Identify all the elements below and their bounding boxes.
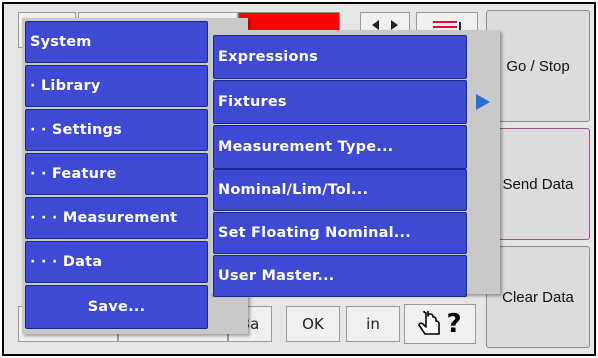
ok-button[interactable]: OK <box>286 306 340 342</box>
ok-label: OK <box>302 315 324 333</box>
clear-data-label: Clear Data <box>502 288 574 306</box>
hand-pointer-icon <box>418 311 441 335</box>
menu-item-measurement[interactable]: · · · Measurement <box>25 197 208 239</box>
menu-item-settings[interactable]: · · Settings <box>25 109 208 151</box>
send-data-button[interactable]: Send Data <box>486 128 590 240</box>
submenu-item-set-floating-nominal[interactable]: Set Floating Nominal... <box>213 212 467 254</box>
menu-item-system-label: System <box>30 34 92 50</box>
go-stop-label: Go / Stop <box>506 57 570 75</box>
menu-item-library[interactable]: · Library <box>25 65 208 107</box>
clear-data-button[interactable]: Clear Data <box>486 246 590 348</box>
submenu-item-set-floating-nominal-label: Set Floating Nominal... <box>218 225 411 241</box>
send-data-label: Send Data <box>502 175 574 193</box>
help-question-label: ? <box>446 309 462 339</box>
submenu-item-expressions-label: Expressions <box>218 49 318 65</box>
submenu-item-nominal-lim-tol-label: Nominal/Lim/Tol... <box>218 182 369 198</box>
submenu-arrow-icon <box>476 94 490 110</box>
submenu-item-nominal-lim-tol[interactable]: Nominal/Lim/Tol... <box>213 169 467 211</box>
menu-item-system[interactable]: System <box>25 21 208 63</box>
menu-item-data-label: · · · Data <box>30 254 103 270</box>
menu-item-data[interactable]: · · · Data <box>25 241 208 283</box>
menu-item-feature[interactable]: · · Feature <box>25 153 208 195</box>
submenu-item-expressions[interactable]: Expressions <box>213 35 467 79</box>
save-button-label: Save... <box>87 299 146 315</box>
menu-item-feature-label: · · Feature <box>30 166 117 182</box>
submenu-item-user-master-label: User Master... <box>218 268 335 284</box>
menu-item-library-label: · Library <box>30 78 101 94</box>
go-stop-button[interactable]: Go / Stop <box>486 10 590 122</box>
submenu-item-measurement-type-label: Measurement Type... <box>218 139 394 155</box>
help-button[interactable]: ? <box>404 304 476 344</box>
units-in-button[interactable]: in <box>346 306 400 342</box>
submenu-item-measurement-type[interactable]: Measurement Type... <box>213 125 467 169</box>
submenu-item-fixtures[interactable]: Fixtures <box>213 80 467 124</box>
menu-item-settings-label: · · Settings <box>30 122 122 138</box>
menu-item-measurement-label: · · · Measurement <box>30 210 178 226</box>
submenu-item-user-master[interactable]: User Master... <box>213 255 467 297</box>
save-button[interactable]: Save... <box>25 285 208 329</box>
units-in-label: in <box>366 315 380 333</box>
submenu-item-fixtures-label: Fixtures <box>218 94 287 110</box>
